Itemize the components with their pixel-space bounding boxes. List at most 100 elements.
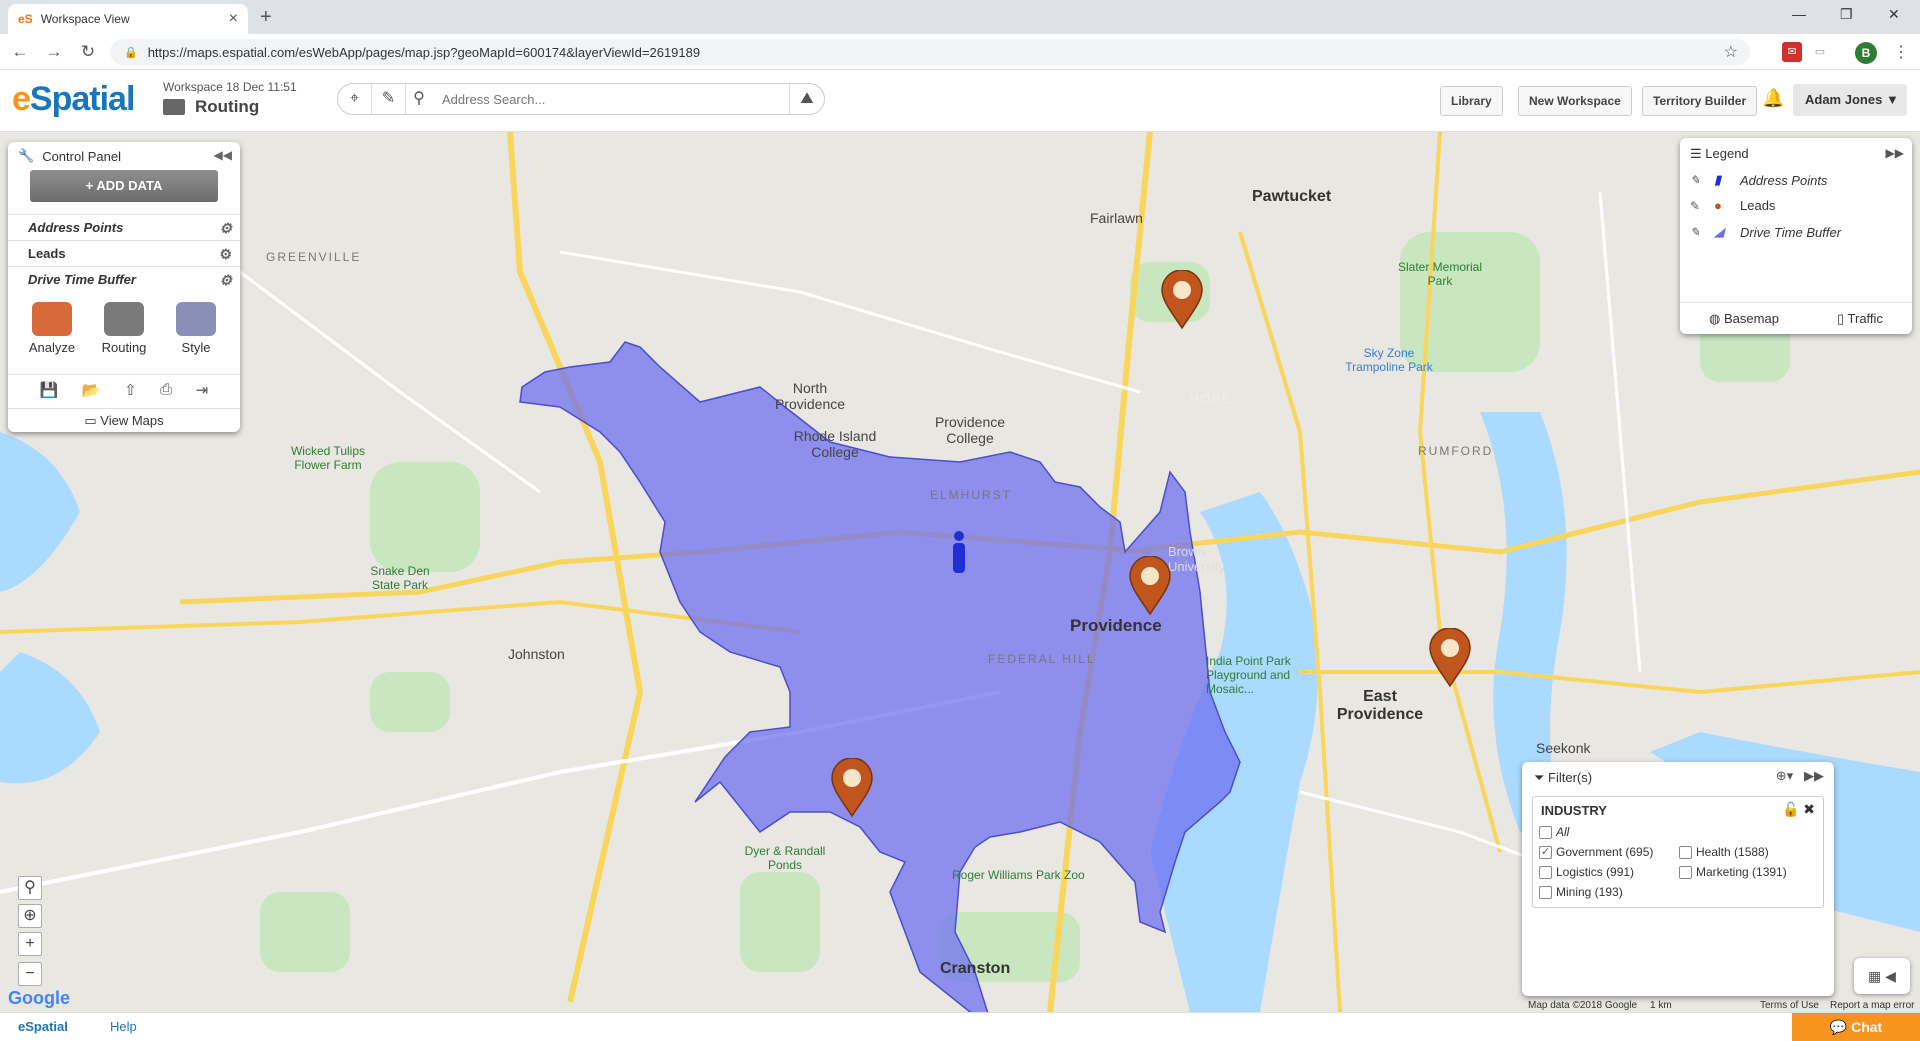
search-icon[interactable]: ⚲	[406, 84, 432, 114]
map-label: India Point Park Playground and Mosaic..…	[1206, 654, 1291, 696]
maximize-icon[interactable]: ❐	[1840, 6, 1853, 23]
minimize-icon[interactable]: —	[1792, 6, 1806, 22]
filter-option-government[interactable]: ✓ Government (695)	[1539, 845, 1653, 859]
app-footer: eSpatial Help 💬 Chat	[0, 1012, 1920, 1041]
add-data-button[interactable]: + ADD DATA	[30, 170, 218, 202]
reload-icon[interactable]: ↻	[74, 42, 102, 62]
new-workspace-button[interactable]: New Workspace	[1518, 86, 1632, 116]
map-label: Johnston	[508, 646, 565, 662]
espatial-logo[interactable]: eSpatial	[12, 80, 135, 119]
lead-pin-icon[interactable]	[830, 758, 874, 818]
filter-option-marketing[interactable]: Marketing (1391)	[1679, 865, 1787, 879]
report-map-error-link[interactable]: Report a map error	[1830, 1000, 1914, 1011]
grid-icon: ▦ ◀	[1868, 968, 1896, 984]
brush-icon[interactable]: ✎	[1690, 173, 1704, 187]
save-icon[interactable]: 💾	[40, 381, 59, 399]
layer-row-address-points[interactable]: Address Points ⚙	[8, 214, 240, 240]
checkbox[interactable]	[1539, 865, 1552, 879]
collapse-icon[interactable]: ▶▶	[1886, 146, 1904, 160]
map-label: ELMHURST	[930, 488, 1013, 502]
filter-option-all[interactable]: All	[1539, 825, 1569, 839]
print-icon[interactable]: ⎙	[160, 381, 172, 399]
collapse-icon[interactable]: ◀◀	[214, 148, 232, 162]
control-panel-tools: Analyze Routing Style	[8, 302, 240, 355]
gear-icon[interactable]: ⚙	[219, 267, 232, 293]
address-search-input[interactable]	[432, 84, 790, 114]
legend-item-leads[interactable]: ✎ ● Leads	[1690, 198, 1775, 213]
gear-icon[interactable]: ⚙	[219, 215, 232, 241]
back-icon[interactable]: ←	[6, 42, 34, 62]
url-field[interactable]: 🔒 https://maps.espatial.com/esWebApp/pag…	[110, 39, 1750, 65]
view-maps-button[interactable]: ▭ View Maps	[8, 408, 240, 429]
routing-button[interactable]: Routing	[94, 302, 154, 355]
new-tab-icon[interactable]: +	[260, 6, 272, 29]
collapse-icon[interactable]: ▶▶	[1804, 768, 1824, 783]
zoom-in-button[interactable]: +	[18, 932, 42, 956]
draw-area-icon[interactable]: ⛰	[790, 84, 824, 114]
zoom-out-button[interactable]: −	[18, 962, 42, 986]
add-pin-icon[interactable]: ⌖	[338, 84, 372, 114]
wrench-icon: 🔧	[18, 148, 35, 163]
zoom-box-button[interactable]: ⚲	[18, 876, 42, 900]
window-close-icon[interactable]: ✕	[1888, 6, 1900, 23]
analyze-icon	[32, 302, 72, 336]
crosshair-icon: ⊕	[23, 907, 37, 924]
keyboard-grid-button[interactable]: ▦ ◀	[1854, 958, 1910, 994]
comment-icon[interactable]: ✎	[372, 84, 406, 114]
notification-bell-icon[interactable]: 🔔	[1762, 88, 1784, 109]
map-label: RUMFORD	[1418, 444, 1494, 458]
tab-title: Workspace View	[40, 12, 130, 26]
user-menu-button[interactable]: Adam Jones ▼	[1793, 84, 1907, 116]
lead-pin-icon[interactable]	[1428, 628, 1472, 688]
plus-icon: +	[25, 935, 35, 952]
filter-option-logistics[interactable]: Logistics (991)	[1539, 865, 1634, 879]
library-button[interactable]: Library	[1440, 86, 1503, 116]
territory-builder-button[interactable]: Territory Builder	[1642, 86, 1758, 116]
legend-item-drive-time-buffer[interactable]: ✎ ◢ Drive Time Buffer	[1690, 224, 1841, 240]
forward-icon[interactable]: →	[40, 42, 68, 62]
map-label: Brown University	[1168, 544, 1226, 574]
analyze-button[interactable]: Analyze	[22, 302, 82, 355]
help-link[interactable]: Help	[110, 1019, 137, 1034]
lock-icon[interactable]: 🔓	[1782, 801, 1799, 817]
lead-pin-icon[interactable]	[1128, 556, 1172, 616]
brush-icon[interactable]: ✎	[1690, 225, 1704, 239]
close-icon[interactable]: ×	[229, 10, 238, 28]
close-icon[interactable]: ✖	[1803, 801, 1815, 817]
checkbox-checked[interactable]: ✓	[1539, 845, 1552, 859]
style-button[interactable]: Style	[166, 302, 226, 355]
checkbox[interactable]	[1539, 825, 1552, 839]
address-point-icon[interactable]	[950, 530, 968, 574]
browser-menu-icon[interactable]: ⋮	[1893, 42, 1909, 62]
zoom-icon[interactable]: ⊕▾	[1776, 768, 1793, 783]
terms-link[interactable]: Terms of Use	[1760, 1000, 1819, 1011]
filter-option-health[interactable]: Health (1588)	[1679, 845, 1769, 859]
layer-row-drive-time-buffer[interactable]: Drive Time Buffer ⚙	[8, 266, 240, 292]
checkbox[interactable]	[1679, 865, 1692, 879]
map-label: Sky Zone Trampoline Park	[1345, 346, 1433, 374]
bookmark-star-icon[interactable]: ☆	[1724, 42, 1738, 62]
browser-tab[interactable]: eS Workspace View ×	[8, 4, 248, 34]
basemap-button[interactable]: ◍ Basemap	[1709, 311, 1779, 327]
layer-row-leads[interactable]: Leads ⚙	[8, 240, 240, 266]
filter-group-title: INDUSTRY	[1541, 803, 1607, 818]
footer-brand[interactable]: eSpatial	[18, 1019, 68, 1034]
share-icon[interactable]: ⇧	[124, 381, 137, 399]
locate-button[interactable]: ⊕	[18, 904, 42, 928]
chat-button[interactable]: 💬 Chat	[1792, 1013, 1920, 1041]
brush-icon[interactable]: ✎	[1690, 199, 1704, 213]
checkbox[interactable]	[1539, 885, 1552, 899]
filter-option-mining[interactable]: Mining (193)	[1539, 885, 1623, 899]
checkbox[interactable]	[1679, 845, 1692, 859]
traffic-button[interactable]: ▯ Traffic	[1837, 311, 1883, 327]
gear-icon[interactable]: ⚙	[219, 241, 232, 267]
lead-pin-icon[interactable]	[1160, 270, 1204, 330]
extension-icon[interactable]: ✉	[1782, 42, 1802, 62]
export-icon[interactable]: ⇥	[196, 381, 209, 399]
profile-avatar[interactable]: B	[1855, 42, 1877, 64]
minus-icon: −	[25, 965, 35, 982]
folder-icon[interactable]: 📂	[82, 381, 101, 399]
legend-item-address-points[interactable]: ✎ ▮ Address Points	[1690, 172, 1827, 188]
legend-title: ☰ Legend	[1690, 146, 1749, 161]
extension-chat-icon[interactable]: ▭	[1810, 42, 1830, 62]
